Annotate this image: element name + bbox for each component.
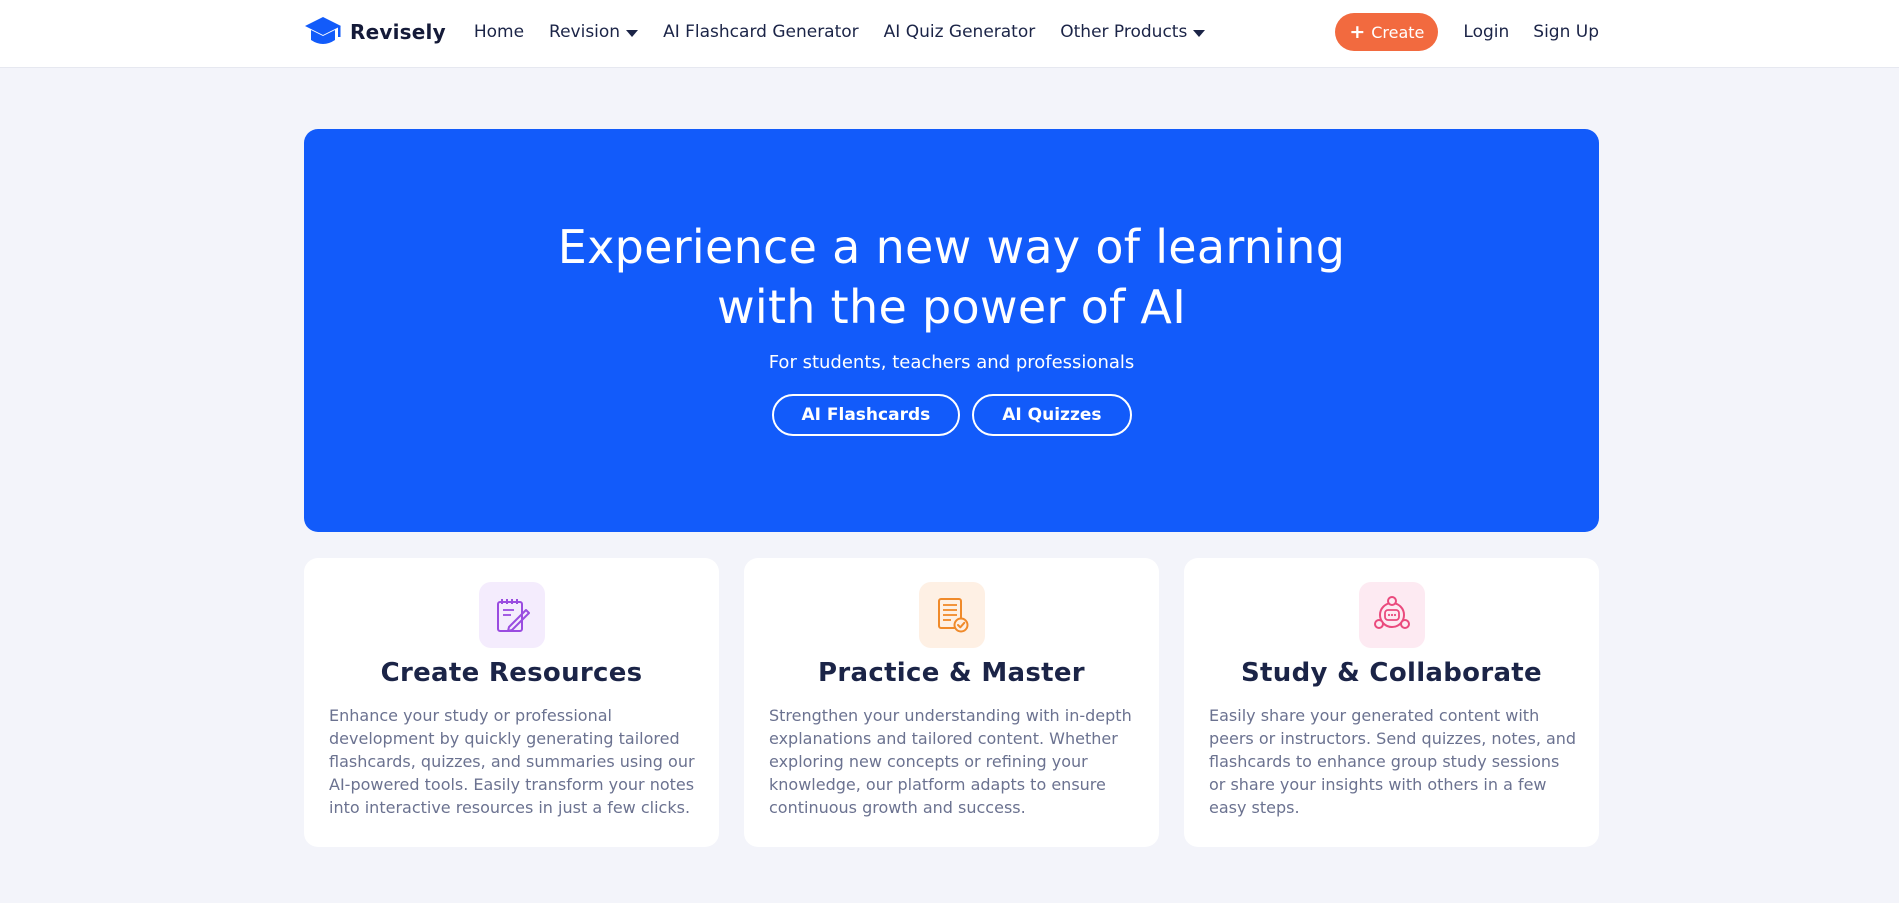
hero-title: Experience a new way of learning with th… <box>304 217 1599 337</box>
nav-ai-flashcard-generator-label: AI Flashcard Generator <box>663 22 859 42</box>
nav-ai-quiz-generator-link[interactable]: AI Quiz Generator <box>884 22 1036 42</box>
card-description: Enhance your study or professional devel… <box>329 706 695 817</box>
card-title: Study & Collaborate <box>1241 658 1542 688</box>
nav-other-products-dropdown[interactable]: Other Products <box>1060 22 1206 42</box>
main-nav: Revisely Home Revision AI Flashcard Gene… <box>304 0 1599 64</box>
hero-button-group: AI Flashcards AI Quizzes <box>304 394 1599 436</box>
nav-home-label: Home <box>473 22 525 42</box>
nav-home-link[interactable]: Home <box>474 22 524 42</box>
card-title: Create Resources <box>380 658 643 688</box>
login-link[interactable]: Login <box>1463 22 1509 42</box>
hero-subtitle: For students, teachers and professionals <box>768 352 1135 373</box>
nav-ai-flashcard-generator-link[interactable]: AI Flashcard Generator <box>663 22 859 42</box>
card-icon-box <box>919 582 985 648</box>
ai-quizzes-button[interactable]: AI Quizzes <box>972 394 1132 436</box>
document-check-icon <box>938 598 969 633</box>
card-title: Practice & Master <box>818 658 1085 688</box>
top-navigation-bar: Revisely Home Revision AI Flashcard Gene… <box>0 0 1899 68</box>
brand-name: Revisely <box>350 20 446 44</box>
nav-other-products-label: Other Products <box>1060 22 1188 42</box>
card-description: Strengthen your understanding with in-de… <box>769 706 1132 817</box>
hero-banner: Experience a new way of learning with th… <box>304 129 1599 532</box>
feature-card-practice-master: Practice & Master Strengthen your unders… <box>744 558 1159 847</box>
card-icon-box <box>1359 582 1425 648</box>
graduation-cap-icon <box>305 17 341 44</box>
plus-icon: + <box>1349 20 1366 43</box>
signup-link[interactable]: Sign Up <box>1533 22 1599 42</box>
hero-title-line-1: Experience a new way of learning <box>557 220 1346 274</box>
group-chat-icon <box>1374 596 1410 629</box>
card-icon-box <box>479 582 545 648</box>
nav-revision-label: Revision <box>549 22 621 42</box>
hero-title-line-2: with the power of AI <box>716 280 1187 334</box>
ai-flashcards-button[interactable]: AI Flashcards <box>771 394 961 436</box>
create-button-label: Create <box>1371 22 1425 42</box>
nav-ai-quiz-generator-label: AI Quiz Generator <box>883 22 1036 42</box>
notepad-pencil-icon <box>497 599 530 632</box>
create-button[interactable]: + Create <box>1335 13 1439 51</box>
caret-down-icon <box>1193 29 1206 37</box>
nav-revision-dropdown[interactable]: Revision <box>549 22 639 42</box>
feature-card-study-collaborate: Study & Collaborate Easily share your ge… <box>1184 558 1599 847</box>
brand-logo-link[interactable]: Revisely <box>304 15 446 49</box>
caret-down-icon <box>626 29 639 37</box>
card-description: Easily share your generated content with… <box>1209 706 1577 817</box>
feature-card-create-resources: Create Resources Enhance your study or p… <box>304 558 719 847</box>
